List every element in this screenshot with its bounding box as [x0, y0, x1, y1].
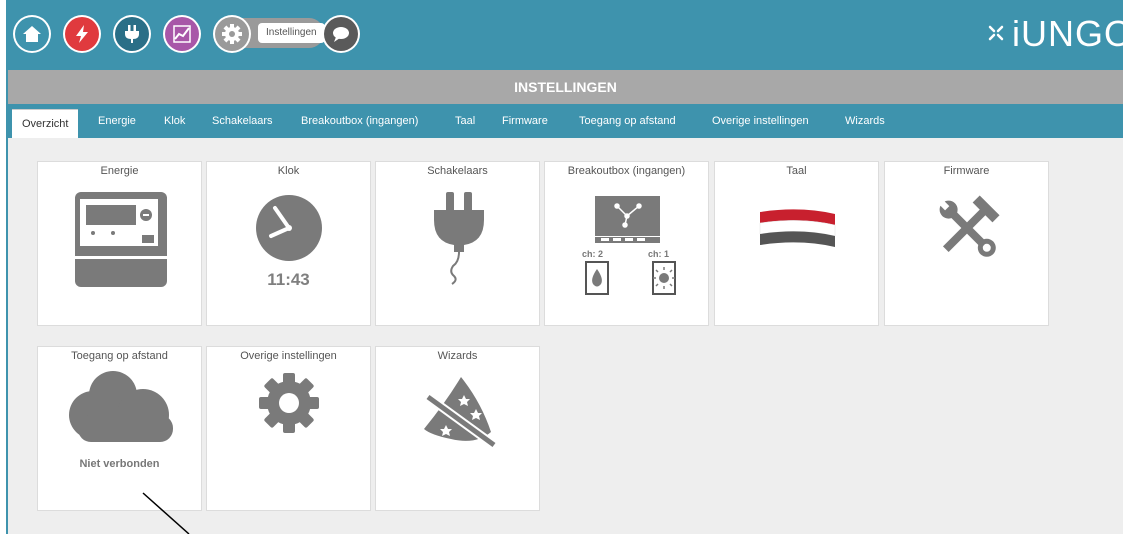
tile-overige-instellingen[interactable]: Overige instellingen: [206, 346, 371, 511]
energy-button[interactable]: [63, 15, 101, 53]
logo: iUNGO: [984, 13, 1123, 54]
plug-icon: [434, 192, 484, 285]
meter-icon: [75, 192, 167, 287]
statistics-button[interactable]: [163, 15, 201, 53]
flag-icon: [759, 209, 836, 247]
clock-icon: [256, 195, 322, 261]
switches-button[interactable]: [113, 15, 151, 53]
tab-toegang-op-afstand[interactable]: Toegang op afstand: [579, 104, 676, 138]
chat-icon: [324, 17, 358, 51]
plug-icon: [115, 17, 149, 51]
logo-x-icon: [988, 25, 1004, 41]
tile-firmware[interactable]: Firmware: [884, 161, 1049, 326]
tile-toegang-op-afstand[interactable]: Toegang op afstand Niet verbonden: [37, 346, 202, 511]
top-bar: Instellingen iUNGO: [8, 0, 1123, 70]
tab-firmware[interactable]: Firmware: [502, 104, 548, 138]
home-button[interactable]: [13, 15, 51, 53]
tab-overzicht[interactable]: Overzicht: [12, 109, 79, 139]
clock-time: 11:43: [267, 270, 310, 289]
breakout-icon: [585, 196, 676, 295]
settings-button[interactable]: [213, 15, 251, 53]
tile-wizards[interactable]: Wizards: [375, 346, 540, 511]
tab-overige-instellingen[interactable]: Overige instellingen: [712, 104, 809, 138]
tab-energie[interactable]: Energie: [98, 104, 136, 138]
tab-taal[interactable]: Taal: [455, 104, 475, 138]
tile-energie[interactable]: Energie: [37, 161, 202, 326]
settings-label[interactable]: Instellingen: [258, 23, 325, 43]
tile-klok[interactable]: Klok 11:43: [206, 161, 371, 326]
logo-text: iUNGO: [1012, 13, 1123, 54]
tools-icon: [938, 195, 1000, 257]
page-title: INSTELLINGEN: [8, 70, 1123, 104]
cloud-icon: [69, 371, 173, 442]
lightning-icon: [65, 17, 99, 51]
chart-icon: [165, 17, 199, 51]
tile-taal[interactable]: Taal: [714, 161, 879, 326]
connection-status: Niet verbonden: [79, 458, 160, 470]
tab-breakoutbox[interactable]: Breakoutbox (ingangen): [301, 104, 418, 138]
gear-icon: [215, 17, 249, 51]
chat-button[interactable]: [322, 15, 360, 53]
tile-breakoutbox[interactable]: Breakoutbox (ingangen) ch: 2 ch: 1: [544, 161, 709, 326]
tab-bar: Overzicht Energie Klok Schakelaars Break…: [8, 104, 1123, 139]
tiles-area: Energie Klok 11:43 Schakelaars Breakoutb…: [8, 138, 1123, 534]
tab-wizards[interactable]: Wizards: [845, 104, 885, 138]
wizard-hat-icon: [424, 377, 497, 449]
tab-schakelaars[interactable]: Schakelaars: [212, 104, 273, 138]
tile-schakelaars[interactable]: Schakelaars: [375, 161, 540, 326]
tab-klok[interactable]: Klok: [164, 104, 185, 138]
home-icon: [15, 17, 49, 51]
gear-icon: [259, 373, 319, 433]
